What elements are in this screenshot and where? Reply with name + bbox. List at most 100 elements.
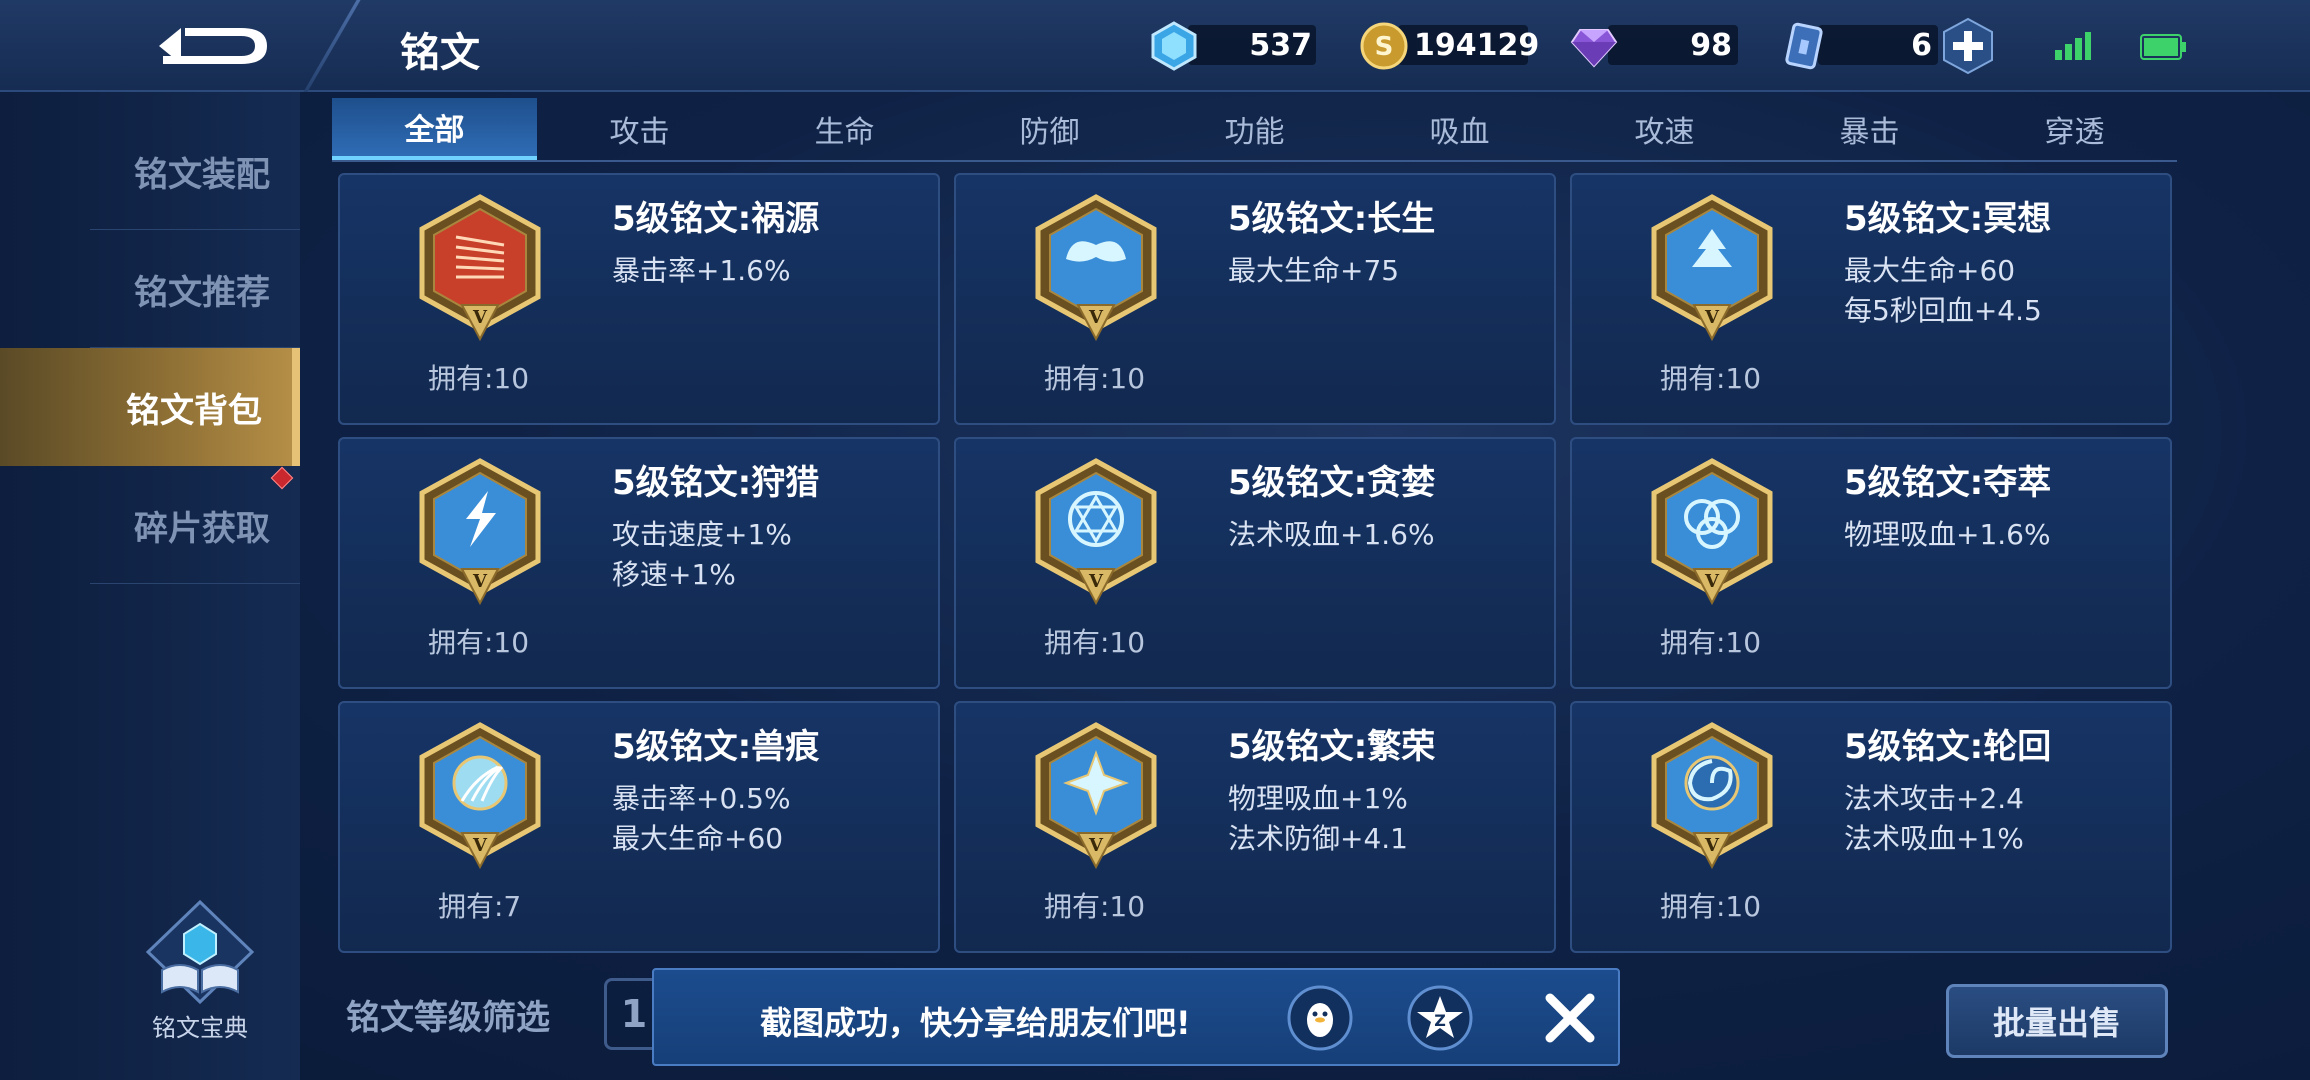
owned-count: 拥有:7 [438, 890, 522, 923]
emblem-meditation-icon: V [1651, 194, 1773, 341]
inscription-card[interactable]: V 5级铭文:轮回 法术攻击+2.4 法术吸血+1% 拥有:10 [1570, 701, 2172, 953]
gold-coin-icon: S [1360, 22, 1408, 70]
inscription-card[interactable]: V 5级铭文:夺萃 物理吸血+1.6% 拥有:10 [1570, 437, 2172, 689]
tab-defense[interactable]: 防御 [947, 98, 1152, 160]
currency-gold: S 194129 [1358, 20, 1539, 70]
owned-count: 拥有:10 [428, 362, 530, 395]
emblem-seize-icon: V [1651, 458, 1773, 605]
inscription-name: 5级铭文:长生 [1228, 199, 1436, 239]
emblem-hunt-icon: V [419, 458, 541, 605]
codex-label: 铭文宝典 [152, 1014, 248, 1042]
category-tabs: 全部 攻击 生命 防御 功能 吸血 攻速 暴击 穿透 [332, 98, 2177, 162]
title-divider [303, 0, 361, 92]
inscription-stat: 移速+1% [612, 558, 736, 591]
inscription-card[interactable]: V 5级铭文:贪婪 法术吸血+1.6% 拥有:10 [954, 437, 1556, 689]
back-arrow-icon [159, 28, 267, 64]
sidebar-item-label: 铭文装配 [134, 154, 270, 195]
close-icon [1545, 993, 1595, 1043]
inscription-stat: 法术防御+4.1 [1228, 822, 1408, 855]
sidebar-item-backpack[interactable]: 铭文背包 [0, 348, 300, 466]
tab-lifesteal[interactable]: 吸血 [1357, 98, 1562, 160]
emblem-beast-mark-icon: V [419, 722, 541, 869]
inscription-stat: 每5秒回血+4.5 [1844, 294, 2042, 327]
codex-button[interactable]: 铭文宝典 [140, 899, 260, 1042]
emblem-reincarnation-icon: V [1651, 722, 1773, 869]
sidebar-item-label: 碎片获取 [134, 508, 270, 549]
tab-utility[interactable]: 功能 [1152, 98, 1357, 160]
inscription-name: 5级铭文:夺萃 [1844, 463, 2052, 503]
owned-count: 拥有:10 [1660, 890, 1762, 923]
back-button[interactable] [150, 18, 280, 74]
inscription-card[interactable]: V 5级铭文:繁荣 物理吸血+1% 法术防御+4.1 拥有:10 [954, 701, 1556, 953]
inscription-card[interactable]: V 5级铭文:冥想 最大生命+60 每5秒回血+4.5 拥有:10 [1570, 173, 2172, 425]
inscription-stat: 法术攻击+2.4 [1844, 782, 2024, 815]
level-filter-label: 铭文等级筛选 [346, 998, 550, 1038]
inscription-card[interactable]: V 5级铭文:狩猎 攻击速度+1% 移速+1% 拥有:10 [338, 437, 940, 689]
tab-all[interactable]: 全部 [332, 98, 537, 160]
inscription-name: 5级铭文:祸源 [612, 199, 820, 239]
tab-health[interactable]: 生命 [742, 98, 947, 160]
share-toast: 截图成功，快分享给朋友们吧! Z [652, 968, 1620, 1066]
owned-count: 拥有:10 [1044, 890, 1146, 923]
inscription-name: 5级铭文:冥想 [1844, 199, 2052, 239]
emblem-prosperity-icon: V [1035, 722, 1157, 869]
inscription-name: 5级铭文:繁荣 [1228, 727, 1436, 767]
bulk-sell-button[interactable]: 批量出售 [1946, 984, 2168, 1058]
inscription-card[interactable]: V 5级铭文:兽痕 暴击率+0.5% 最大生命+60 拥有:7 [338, 701, 940, 953]
svg-text:V: V [1704, 571, 1720, 592]
currency-diamond: 98 [1568, 20, 1738, 70]
owned-count: 拥有:10 [1044, 362, 1146, 395]
sidebar-item-equip[interactable]: 铭文装配 [0, 112, 300, 230]
tab-penetration[interactable]: 穿透 [1972, 98, 2177, 160]
svg-text:V: V [472, 571, 488, 592]
inscription-stat: 最大生命+60 [1844, 254, 2016, 287]
plus-icon [1943, 17, 1993, 75]
tab-attack[interactable]: 攻击 [537, 98, 742, 160]
sidebar-item-fragments[interactable]: 碎片获取 [0, 466, 300, 584]
top-bar: 铭文 537 S 194129 98 6 [0, 0, 2310, 92]
share-qzone-button[interactable]: Z [1406, 984, 1474, 1052]
svg-text:V: V [1088, 571, 1104, 592]
toast-close-button[interactable] [1540, 988, 1600, 1048]
svg-text:V: V [1088, 835, 1104, 856]
inscription-name: 5级铭文:轮回 [1844, 727, 2052, 767]
svg-text:V: V [1088, 307, 1104, 328]
inscription-stat: 暴击率+0.5% [612, 782, 791, 815]
inscription-stat: 最大生命+75 [1228, 254, 1400, 287]
inscription-name: 5级铭文:狩猎 [612, 463, 820, 503]
ticket-amount: 6 [1911, 28, 1932, 63]
sidebar-item-label: 铭文推荐 [134, 272, 270, 313]
owned-count: 拥有:10 [1044, 626, 1146, 659]
qq-penguin-icon [1287, 985, 1353, 1051]
owned-count: 拥有:10 [1660, 626, 1762, 659]
inscription-card[interactable]: V 5级铭文:祸源 暴击率+1.6% 拥有:10 [338, 173, 940, 425]
inscription-stat: 物理吸血+1.6% [1844, 518, 2051, 551]
tab-crit[interactable]: 暴击 [1767, 98, 1972, 160]
currency-crystal: 537 [1148, 20, 1318, 71]
svg-text:V: V [1704, 835, 1720, 856]
inscription-stat: 最大生命+60 [612, 822, 784, 855]
tab-attack-speed[interactable]: 攻速 [1562, 98, 1767, 160]
inscription-name: 5级铭文:兽痕 [612, 727, 820, 767]
add-currency-button[interactable] [1938, 16, 1998, 76]
purple-diamond-icon [1570, 29, 1618, 68]
battery-icon [2140, 34, 2186, 60]
crystal-amount: 537 [1249, 28, 1312, 63]
svg-text:V: V [472, 835, 488, 856]
blue-crystal-icon [1151, 21, 1197, 71]
svg-text:S: S [1375, 32, 1394, 62]
blue-card-icon [1785, 22, 1823, 70]
book-icon [145, 899, 255, 1005]
inscription-stat: 物理吸血+1% [1228, 782, 1408, 815]
owned-count: 拥有:10 [428, 626, 530, 659]
emblem-greed-icon: V [1035, 458, 1157, 605]
inscription-stat: 法术吸血+1.6% [1228, 518, 1435, 551]
currency-ticket: 6 [1778, 20, 1938, 70]
inscription-card[interactable]: V 5级铭文:长生 最大生命+75 拥有:10 [954, 173, 1556, 425]
emblem-longevity-icon: V [1035, 194, 1157, 341]
emblem-calamity-icon: V [419, 194, 541, 341]
inscription-name: 5级铭文:贪婪 [1228, 463, 1436, 503]
share-qq-button[interactable] [1286, 984, 1354, 1052]
sidebar-item-label: 铭文背包 [126, 390, 262, 431]
sidebar-item-recommend[interactable]: 铭文推荐 [0, 230, 300, 348]
